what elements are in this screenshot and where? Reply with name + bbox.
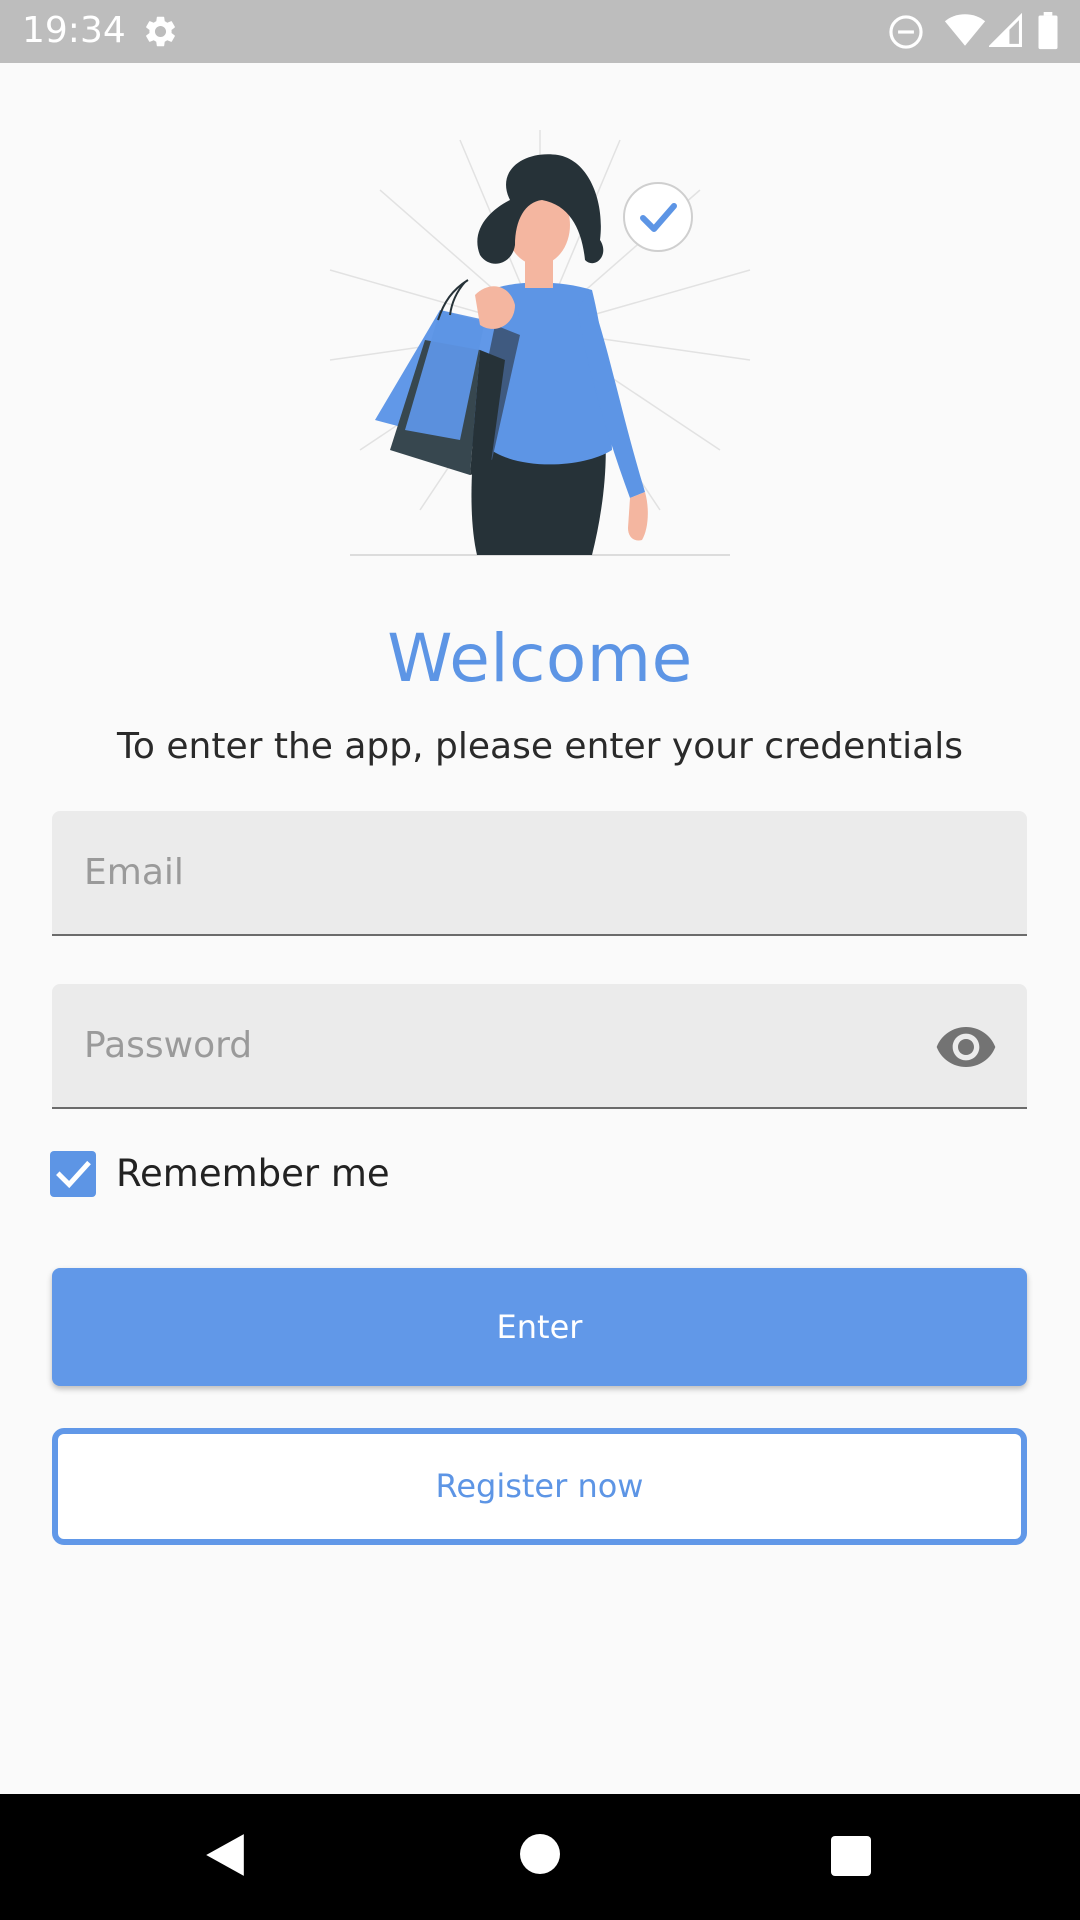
wifi-icon xyxy=(944,14,986,46)
register-now-button[interactable]: Register now xyxy=(52,1428,1027,1545)
battery-icon xyxy=(1038,12,1058,50)
shopping-woman-illustration xyxy=(329,130,751,556)
remember-me-label: Remember me xyxy=(116,1152,390,1195)
eye-icon[interactable] xyxy=(934,1022,998,1072)
enter-button[interactable]: Enter xyxy=(52,1268,1027,1386)
email-field[interactable] xyxy=(52,811,1027,936)
recents-square-icon[interactable] xyxy=(831,1836,871,1876)
settings-gear-icon xyxy=(146,16,175,47)
remember-me-checkbox[interactable] xyxy=(50,1151,96,1197)
cell-signal-icon xyxy=(989,13,1022,47)
back-triangle-icon[interactable] xyxy=(204,1832,246,1878)
page-title: Welcome xyxy=(387,620,693,697)
remember-me-row[interactable]: Remember me xyxy=(48,1149,468,1199)
home-circle-icon[interactable] xyxy=(520,1834,560,1874)
status-time: 19:34 xyxy=(22,10,126,51)
status-bar: 19:34 xyxy=(0,0,1080,63)
email-input[interactable] xyxy=(84,811,934,934)
password-input[interactable] xyxy=(84,984,934,1107)
page-subtitle: To enter the app, please enter your cred… xyxy=(117,726,963,767)
password-field[interactable] xyxy=(52,984,1027,1109)
navigation-bar xyxy=(0,1794,1080,1920)
checkmark-icon xyxy=(56,1160,91,1189)
do-not-disturb-icon xyxy=(889,15,923,49)
